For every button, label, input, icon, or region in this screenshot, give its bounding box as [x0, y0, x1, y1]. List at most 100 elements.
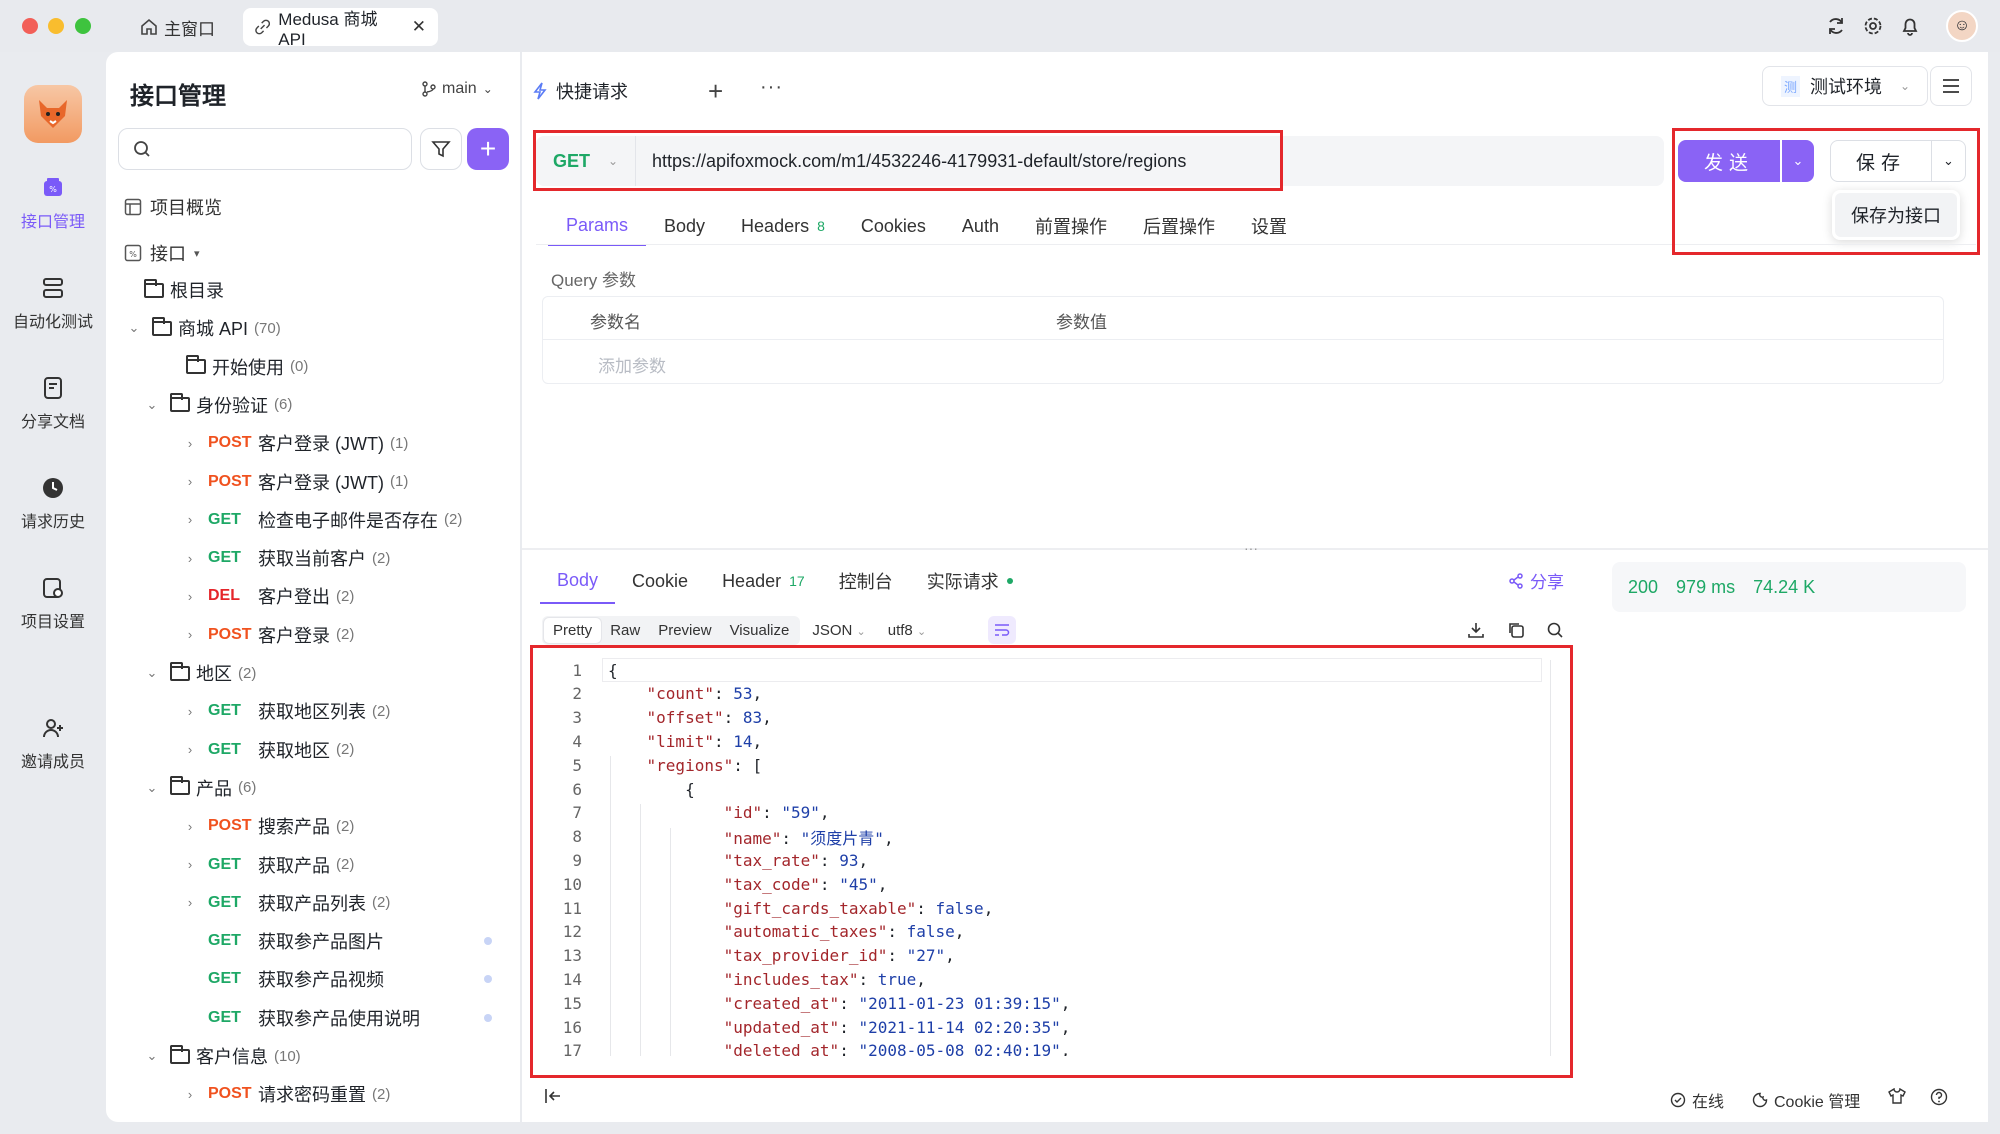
- gear-icon[interactable]: [1860, 13, 1886, 39]
- chevron-down-icon[interactable]: ⌄: [144, 665, 160, 681]
- tree-folder[interactable]: ⌄ 商城 API (70): [126, 309, 281, 347]
- chevron-right-icon[interactable]: ›: [182, 512, 198, 527]
- chevron-right-icon[interactable]: ›: [182, 857, 198, 872]
- tree-api-item[interactable]: › POST 请求密码重置 (2): [182, 1075, 391, 1113]
- cookie-management[interactable]: Cookie 管理: [1752, 1088, 1860, 1112]
- nav-invite-members[interactable]: 邀请成员: [0, 716, 106, 772]
- collapse-sidebar-icon[interactable]: [544, 1088, 562, 1104]
- tree-api-item[interactable]: › GET 获取当前客户 (2): [182, 539, 391, 577]
- close-tab-icon[interactable]: ✕: [412, 17, 426, 37]
- query-params-header: [542, 296, 1944, 340]
- tree-api-item[interactable]: GET 获取参产品视频: [182, 960, 390, 998]
- tree-api-item[interactable]: › POST 搜索产品 (2): [182, 807, 355, 845]
- more-options-icon[interactable]: ···: [760, 76, 783, 99]
- tab-response-4[interactable]: 实际请求: [910, 558, 1030, 604]
- chevron-right-icon[interactable]: ›: [182, 704, 198, 719]
- tree-folder[interactable]: 根目录: [118, 271, 230, 309]
- tab-request-5[interactable]: 前置操作: [1017, 206, 1125, 246]
- chevron-right-icon[interactable]: ›: [182, 1087, 198, 1102]
- chevron-right-icon[interactable]: ›: [182, 819, 198, 834]
- tree-item-label: 产品: [196, 778, 232, 799]
- chevron-right-icon[interactable]: ›: [182, 436, 198, 451]
- tree-api-item[interactable]: › POST 客户登录 (2): [182, 616, 355, 654]
- refresh-icon[interactable]: [1823, 13, 1849, 39]
- chevron-down-icon[interactable]: ⌄: [126, 320, 142, 336]
- tree-folder[interactable]: ⌄ 身份验证 (6): [144, 386, 292, 424]
- tab-request-2[interactable]: Headers 8: [723, 206, 843, 246]
- tree-folder[interactable]: ⌄ 地区 (2): [144, 654, 256, 692]
- encoding-selector[interactable]: utf8 ⌄: [878, 622, 936, 639]
- tree-api-item[interactable]: › GET 获取地区 (2): [182, 731, 355, 769]
- maximize-window-button[interactable]: [75, 18, 91, 34]
- chevron-down-icon[interactable]: ⌄: [144, 1048, 160, 1064]
- project-overview-link[interactable]: 项目概览: [124, 194, 222, 220]
- api-section-header[interactable]: % 接口 ▾: [124, 240, 200, 266]
- sidebar-search[interactable]: [118, 128, 412, 170]
- tree-api-item[interactable]: › GET 获取地区列表 (2): [182, 692, 391, 730]
- tree-api-item[interactable]: › GET 获取产品 (2): [182, 846, 355, 884]
- drag-handle-icon[interactable]: ···: [1244, 540, 1258, 556]
- add-param-input[interactable]: 添加参数: [598, 352, 666, 377]
- chevron-down-icon[interactable]: ⌄: [144, 780, 160, 796]
- tree-api-item[interactable]: GET 获取参产品使用说明: [182, 999, 426, 1037]
- tab-request-4[interactable]: Auth: [944, 206, 1017, 246]
- chevron-right-icon[interactable]: ›: [182, 474, 198, 489]
- format-2[interactable]: Preview: [649, 618, 720, 643]
- nav-api-management[interactable]: % 接口管理: [0, 176, 106, 232]
- bell-icon[interactable]: [1897, 13, 1923, 39]
- tab-response-0[interactable]: Body: [540, 558, 616, 604]
- tree-api-item[interactable]: › GET 获取产品列表 (2): [182, 884, 391, 922]
- tree-api-item[interactable]: › POST 客户登录 (JWT) (1): [182, 424, 409, 462]
- tab-request-6[interactable]: 后置操作: [1125, 206, 1233, 246]
- tree-folder[interactable]: 开始使用 (0): [160, 348, 308, 386]
- tab-quick-request[interactable]: 快捷请求: [532, 66, 690, 118]
- tab-request-0[interactable]: Params: [548, 206, 647, 246]
- download-icon[interactable]: [1464, 618, 1488, 642]
- nav-automation-test[interactable]: 自动化测试: [0, 276, 106, 332]
- chevron-right-icon[interactable]: ›: [182, 551, 198, 566]
- nav-project-settings[interactable]: 项目设置: [0, 576, 106, 632]
- hamburger-menu-button[interactable]: [1930, 66, 1972, 106]
- format-0[interactable]: Pretty: [544, 617, 602, 643]
- tree-api-item[interactable]: › POST 客户登录 (JWT) (1): [182, 463, 409, 501]
- user-avatar[interactable]: ☺: [1946, 10, 1978, 42]
- tree-api-item[interactable]: › GET 检查电子邮件是否存在 (2): [182, 501, 463, 539]
- tab-home[interactable]: 主窗口: [140, 11, 215, 43]
- tab-request-3[interactable]: Cookies: [843, 206, 944, 246]
- close-window-button[interactable]: [22, 18, 38, 34]
- new-tab-plus-icon[interactable]: +: [708, 76, 723, 107]
- tab-response-2[interactable]: Header 17: [705, 558, 822, 604]
- tab-request-7[interactable]: 设置: [1233, 206, 1305, 246]
- filter-button[interactable]: [420, 128, 462, 170]
- share-button[interactable]: 分享: [1508, 568, 1564, 593]
- lang-selector[interactable]: JSON ⌄: [802, 622, 875, 639]
- tab-document[interactable]: Medusa 商城 API ✕: [243, 8, 438, 49]
- tab-response-3[interactable]: 控制台: [822, 558, 910, 604]
- branch-selector[interactable]: main ⌄: [422, 80, 493, 98]
- chevron-right-icon[interactable]: ›: [182, 627, 198, 642]
- tab-request-1[interactable]: Body: [646, 206, 723, 246]
- format-1[interactable]: Raw: [601, 618, 649, 643]
- nav-share-docs[interactable]: 分享文档: [0, 376, 106, 432]
- search-input[interactable]: [161, 140, 391, 158]
- search-icon[interactable]: [1543, 618, 1567, 642]
- tab-response-1[interactable]: Cookie: [615, 558, 705, 604]
- add-api-button[interactable]: +: [467, 128, 509, 170]
- tree-folder[interactable]: ⌄ 产品 (6): [144, 769, 256, 807]
- online-status[interactable]: 在线: [1670, 1088, 1724, 1112]
- chevron-down-icon[interactable]: ⌄: [144, 397, 160, 413]
- minimize-window-button[interactable]: [48, 18, 64, 34]
- nav-request-history[interactable]: 请求历史: [0, 476, 106, 532]
- tree-folder[interactable]: ⌄ 客户信息 (10): [144, 1037, 301, 1075]
- help-icon[interactable]: [1930, 1088, 1948, 1106]
- chevron-right-icon[interactable]: ›: [182, 895, 198, 910]
- chevron-right-icon[interactable]: ›: [182, 742, 198, 757]
- copy-icon[interactable]: [1504, 618, 1528, 642]
- shirt-icon[interactable]: [1888, 1088, 1906, 1104]
- chevron-right-icon[interactable]: ›: [182, 589, 198, 604]
- environment-selector[interactable]: 测 测试环境 ⌄: [1762, 66, 1928, 106]
- tree-api-item[interactable]: GET 获取参产品图片: [182, 922, 390, 960]
- wrap-lines-button[interactable]: [988, 616, 1016, 644]
- format-3[interactable]: Visualize: [721, 618, 799, 643]
- tree-api-item[interactable]: › DEL 客户登出 (2): [182, 577, 355, 615]
